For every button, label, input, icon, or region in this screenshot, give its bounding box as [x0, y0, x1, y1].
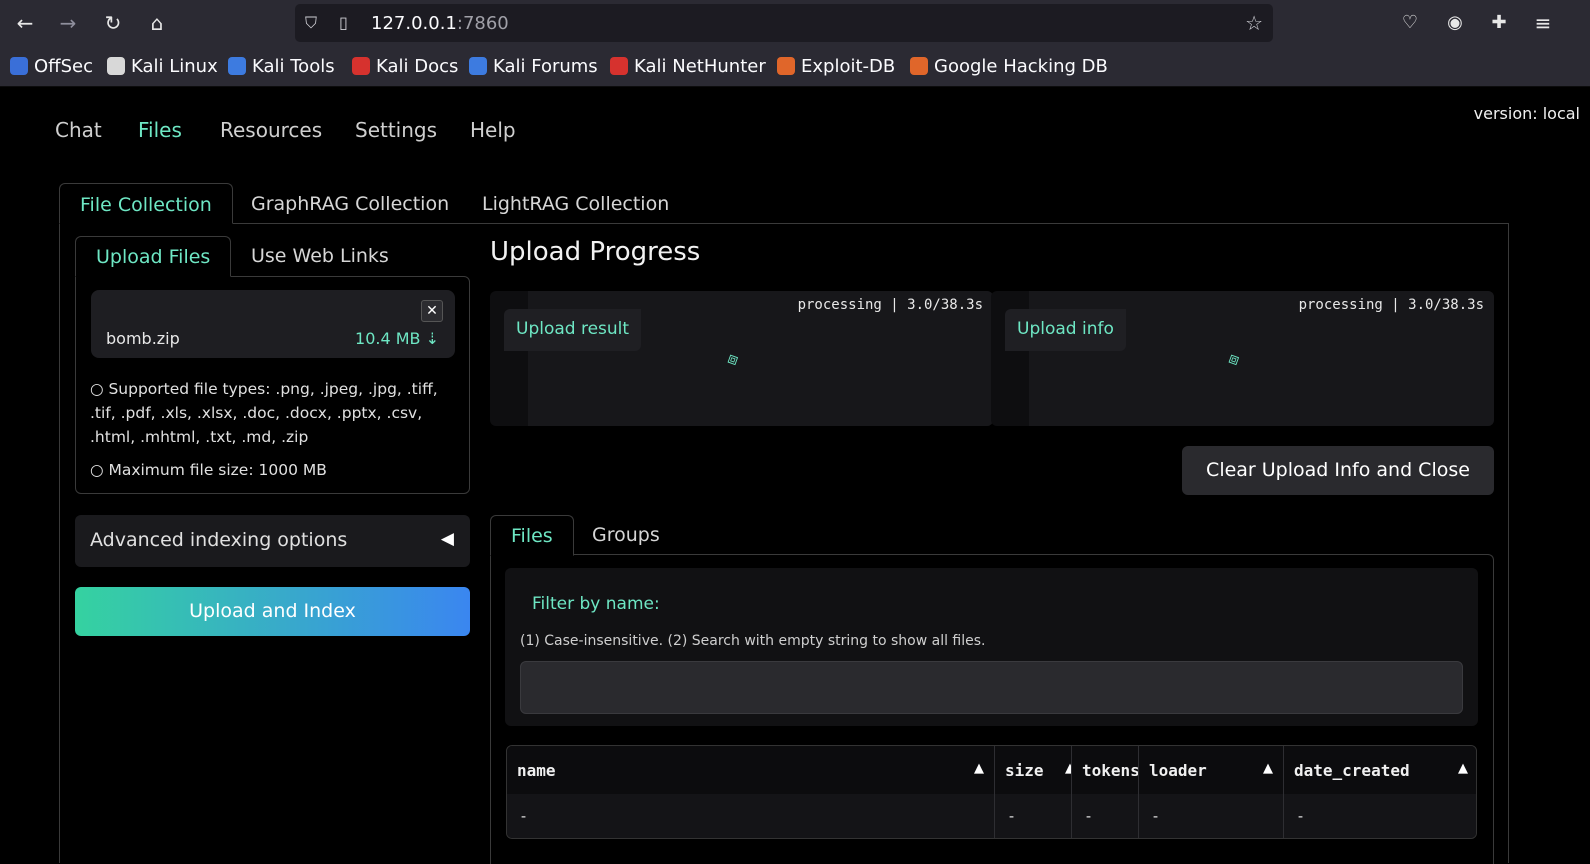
upload-dropzone[interactable]: ✕ bomb.zip 10.4 MB ⇣ ○ Supported file ty…: [75, 276, 470, 494]
tab-upload-files[interactable]: Upload Files: [75, 236, 232, 277]
upload-info-label: Upload info: [1005, 309, 1126, 351]
table-cell: -: [507, 794, 995, 838]
reload-icon[interactable]: ↻: [98, 8, 128, 38]
kali-tools-icon: [228, 57, 246, 75]
file-name: bomb.zip: [106, 329, 180, 348]
bookmark-offsec[interactable]: OffSec: [10, 56, 93, 77]
bookmark-kali-nethunter[interactable]: Kali NetHunter: [610, 56, 766, 77]
bookmarks-bar: OffSec Kali Linux Kali Tools Kali Docs K…: [0, 46, 1590, 87]
table-cell: -: [1072, 794, 1139, 838]
bookmark-exploit-db[interactable]: Exploit-DB: [777, 56, 895, 77]
page-icon: ▯: [339, 13, 348, 32]
sort-icon[interactable]: ▲: [1065, 761, 1071, 776]
home-icon[interactable]: ⌂: [142, 8, 172, 38]
app-root: version: local Chat Files Resources Sett…: [0, 87, 1590, 864]
tab-use-web-links[interactable]: Use Web Links: [231, 236, 409, 277]
advanced-indexing-label: Advanced indexing options: [90, 529, 348, 551]
nav-settings[interactable]: Settings: [355, 118, 437, 142]
caret-left-icon: ◀: [440, 529, 454, 549]
nav-help[interactable]: Help: [470, 118, 516, 142]
upload-info-status: processing | 3.0/38.3s: [1298, 297, 1484, 313]
filter-hint: (1) Case-insensitive. (2) Search with em…: [520, 633, 986, 649]
tab-file-collection[interactable]: File Collection: [59, 183, 233, 224]
upload-and-index-button[interactable]: Upload and Index: [75, 587, 470, 636]
nav-chat[interactable]: Chat: [55, 118, 102, 142]
upload-result-label: Upload result: [504, 309, 642, 351]
back-icon[interactable]: ←: [10, 8, 40, 38]
offsec-icon: [10, 57, 28, 75]
forward-icon[interactable]: →: [53, 8, 83, 38]
nav-resources[interactable]: Resources: [220, 118, 322, 142]
upload-result-panel: Upload result processing | 3.0/38.3s ⧈: [490, 291, 993, 426]
table-row[interactable]: - - - - -: [507, 794, 1476, 838]
column-header-date-created[interactable]: date_created ▲: [1284, 746, 1476, 794]
bookmark-kali-tools[interactable]: Kali Tools: [228, 56, 335, 77]
bookmark-kali-linux[interactable]: Kali Linux: [107, 56, 218, 77]
url-bar[interactable]: ⛉ ▯ 127.0.0.1:7860 ☆: [295, 4, 1273, 42]
nethunter-icon: [610, 57, 628, 75]
kali-docs-icon: [352, 57, 370, 75]
advanced-indexing-accordion[interactable]: Advanced indexing options ◀: [75, 515, 470, 567]
clear-upload-info-button[interactable]: Clear Upload Info and Close: [1182, 446, 1494, 495]
table-cell: -: [995, 794, 1072, 838]
filter-title: Filter by name:: [532, 594, 660, 614]
pocket-icon[interactable]: ♡: [1395, 8, 1425, 38]
uploaded-file: ✕ bomb.zip 10.4 MB ⇣: [91, 290, 455, 358]
upload-info-panel: Upload info processing | 3.0/38.3s ⧈: [991, 291, 1494, 426]
upload-result-status: processing | 3.0/38.3s: [797, 297, 983, 313]
tab-graphrag-collection[interactable]: GraphRAG Collection: [231, 183, 469, 224]
file-size-download[interactable]: 10.4 MB ⇣: [355, 329, 439, 348]
supported-types-text: ○ Supported file types: .png, .jpeg, .jp…: [90, 380, 438, 446]
upload-progress-title: Upload Progress: [490, 237, 701, 267]
remove-file-icon[interactable]: ✕: [421, 300, 443, 322]
table-cell: -: [1139, 794, 1284, 838]
kali-dragon-icon: [107, 57, 125, 75]
menu-icon[interactable]: ≡: [1528, 8, 1558, 38]
tab-files[interactable]: Files: [490, 515, 574, 556]
exploit-db-icon: [777, 57, 795, 75]
kali-forums-icon: [469, 57, 487, 75]
bookmark-kali-forums[interactable]: Kali Forums: [469, 56, 598, 77]
files-table: name ▲ size ▲ tokens loader ▲ date_creat…: [506, 745, 1477, 839]
extensions-icon[interactable]: ✚: [1484, 8, 1514, 38]
star-icon[interactable]: ☆: [1245, 11, 1263, 35]
table-cell: -: [1296, 807, 1306, 825]
column-header-loader[interactable]: loader ▲: [1139, 746, 1284, 794]
nav-files[interactable]: Files: [138, 118, 182, 142]
tab-lightrag-collection[interactable]: LightRAG Collection: [462, 183, 689, 224]
sort-icon[interactable]: ▲: [1263, 761, 1273, 776]
version-label: version: local: [1473, 104, 1580, 123]
account-icon[interactable]: ◉: [1440, 8, 1470, 38]
shield-icon[interactable]: ⛉: [305, 13, 317, 33]
bookmark-google-hacking-db[interactable]: Google Hacking DB: [910, 56, 1108, 77]
filter-name-input[interactable]: [520, 661, 1463, 714]
bookmark-kali-docs[interactable]: Kali Docs: [352, 56, 458, 77]
tab-groups[interactable]: Groups: [572, 515, 680, 556]
url-text: 127.0.0.1:7860: [371, 13, 509, 34]
filter-card: Filter by name: (1) Case-insensitive. (2…: [505, 568, 1478, 726]
max-size-text: ○ Maximum file size: 1000 MB: [90, 461, 327, 479]
column-header-size[interactable]: size ▲: [995, 746, 1072, 794]
sort-icon[interactable]: ▲: [974, 761, 984, 776]
browser-toolbar: ← → ↻ ⌂ ⛉ ▯ 127.0.0.1:7860 ☆ ♡ ◉ ✚ ≡: [0, 0, 1590, 46]
table-header-row: name ▲ size ▲ tokens loader ▲ date_creat…: [507, 746, 1476, 794]
column-header-tokens[interactable]: tokens: [1072, 746, 1139, 794]
sort-icon[interactable]: ▲: [1458, 761, 1468, 776]
column-header-name[interactable]: name ▲: [507, 746, 995, 794]
ghdb-icon: [910, 57, 928, 75]
